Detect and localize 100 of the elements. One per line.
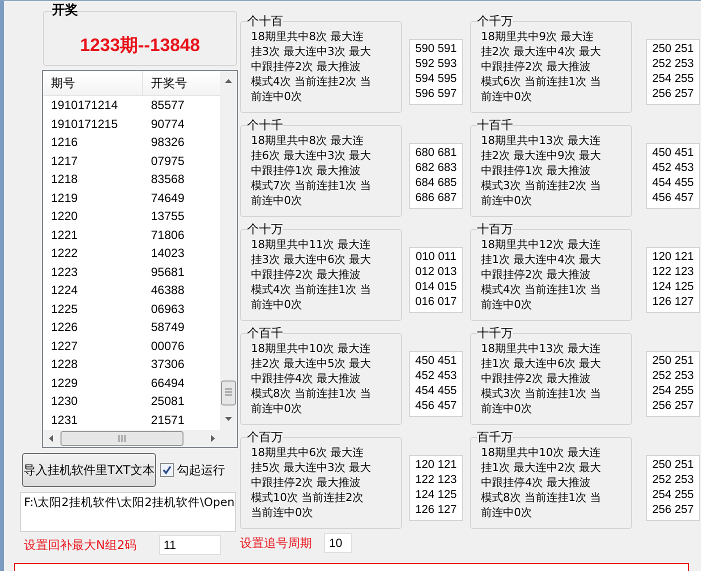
number-pair: 014 015 <box>415 280 457 295</box>
number-pair: 456 457 <box>415 399 457 414</box>
table-cell-text: 25081 <box>150 393 186 410</box>
table-cell-text: 98326 <box>150 134 186 151</box>
number-pair: 010 011 <box>416 250 456 265</box>
table-cell-text: 14023 <box>150 245 186 262</box>
draw-result: 1233期--13848 <box>80 34 200 57</box>
table-cell-text: 1218 <box>50 171 79 188</box>
number-pair: 252 253 <box>652 369 694 384</box>
number-pair: 250 251 <box>652 354 694 369</box>
table-cell-text: 85577 <box>150 97 186 114</box>
checkbox[interactable] <box>160 463 174 477</box>
group-title: 个百千 <box>247 326 283 340</box>
number-pair: 254 255 <box>652 384 694 399</box>
table-cell-text: 1229 <box>50 374 79 392</box>
number-pair: 452 453 <box>415 369 457 384</box>
number-pair: 126 127 <box>415 503 457 518</box>
number-pair: 124 125 <box>415 488 457 503</box>
number-pair: 684 685 <box>415 176 457 191</box>
number-pair: 450 451 <box>652 146 694 161</box>
field-label: 设置回补最大N组2码 <box>24 536 137 554</box>
table-cell-text: 06963 <box>150 300 186 318</box>
table-cell-text: 07975 <box>150 152 186 170</box>
horizontal-scrollbar[interactable] <box>43 430 237 447</box>
group-title: 个十万 <box>247 222 283 236</box>
import-button[interactable]: 导入挂机软件里TXT文本 <box>22 453 156 487</box>
group-title: 个十百 <box>247 14 283 28</box>
stats-text: 18期里共中9次 最大连 挂2次 最大连中4次 最大 中跟挂停2次 最大推波 模式6次 当前连挂1次 当 前连中0次 <box>481 29 601 104</box>
table-cell-text: 13755 <box>150 208 186 225</box>
table-cell-text: 1221 <box>50 226 79 244</box>
stats-text: 18期里共中10次 最大连 挂2次 最大连中5次 最大 中跟挂停4次 最大推波 模式8次 当前连挂1次 当 前连中0次 <box>251 341 371 416</box>
table-cell-text: 1224 <box>50 282 79 299</box>
stats-text: 18期里共中11次 最大连 挂3次 最大连中6次 最大 中跟挂停2次 最大推波 模式4次 当前连挂1次 当 前连中0次 <box>251 237 371 312</box>
number-pair: 124 125 <box>652 280 694 295</box>
number-pair: 256 257 <box>652 87 694 102</box>
number-pair: 450 451 <box>415 354 457 369</box>
vertical-scrollbar[interactable] <box>220 71 237 430</box>
number-pair: 686 687 <box>415 191 457 206</box>
table-cell-text: 1217 <box>50 152 79 170</box>
number-pair: 120 121 <box>652 250 694 265</box>
table-cell-text: 90774 <box>150 116 186 132</box>
table-cell-text: 1910171215 <box>50 116 119 132</box>
table-cell-text: 1223 <box>50 264 79 280</box>
stats-text: 18期里共中8次 最大连 挂3次 最大连中3次 最大 中跟挂停2次 最大推波 模式4次 当前连挂2次 当 前连中0次 <box>251 29 371 104</box>
table-cell-text: 46388 <box>150 282 186 299</box>
number-pair: 254 255 <box>652 488 694 503</box>
checkbox-label: 勾起运行 <box>177 462 225 478</box>
table-cell-text: 83568 <box>150 171 186 188</box>
input-field[interactable]: 11 <box>158 535 221 555</box>
table-cell-text: 37306 <box>150 356 186 373</box>
table-cell-text: 71806 <box>150 226 186 244</box>
number-pair: 256 257 <box>652 399 694 414</box>
number-pair: 454 455 <box>415 384 457 399</box>
table-cell-text: 00076 <box>150 338 186 354</box>
group-title: 个百万 <box>247 430 283 444</box>
table-cell-text: 21571 <box>150 412 186 428</box>
table-cell-text: 1226 <box>50 319 79 336</box>
table-cell-text: 1231 <box>50 412 79 428</box>
number-pair: 250 251 <box>652 42 694 57</box>
stats-text: 18期里共中13次 最大连 挂2次 最大连中9次 最大 中跟挂停1次 最大推波 模式3次 当前连挂2次 当 前连中0次 <box>481 133 601 208</box>
column-header[interactable]: 期号 <box>43 71 143 95</box>
number-pair: 454 455 <box>652 176 694 191</box>
number-pair: 122 123 <box>415 473 457 488</box>
stats-text: 18期里共中12次 最大连 挂1次 最大连中4次 最大 中跟挂停2次 最大推波 模式4次 当前连挂1次 当 前连中0次 <box>481 237 601 312</box>
group-title: 十千万 <box>477 326 513 340</box>
input-field[interactable]: 10 <box>324 533 352 553</box>
table-cell-text: 58749 <box>150 319 186 336</box>
table-cell-text: 1227 <box>50 338 79 354</box>
number-pair: 452 453 <box>652 161 694 176</box>
number-pair: 682 683 <box>415 161 457 176</box>
table-cell-text: 1222 <box>50 245 79 262</box>
group-title: 个十千 <box>247 118 283 132</box>
number-pair: 680 681 <box>415 146 457 161</box>
number-pair: 254 255 <box>652 72 694 87</box>
number-pair: 126 127 <box>652 295 694 310</box>
stats-text: 18期里共中8次 最大连 挂6次 最大连中3次 最大 中跟挂停1次 最大推波 模式7次 当前连挂1次 当 前连中0次 <box>251 133 371 208</box>
number-pair: 592 593 <box>415 57 457 72</box>
history-list[interactable] <box>42 70 238 448</box>
table-cell-text: 1228 <box>50 356 79 373</box>
group-title: 开奖 <box>52 4 78 18</box>
table-cell-text: 1219 <box>50 190 79 206</box>
table-cell-text: 1216 <box>50 134 79 151</box>
stats-text: 18期里共中13次 最大连 挂1次 最大连中6次 最大 中跟挂停2次 最大推波 模式3次 当前连挂1次 当 前连中0次 <box>481 341 601 416</box>
table-cell-text: 74649 <box>150 190 186 206</box>
number-pair: 594 595 <box>415 72 457 87</box>
number-pair: 252 253 <box>652 473 694 488</box>
number-pair: 250 251 <box>652 458 694 473</box>
group-title: 百千万 <box>477 430 513 444</box>
number-pair: 016 017 <box>415 295 457 310</box>
stats-text: 18期里共中6次 最大连 挂5次 最大连中3次 最大 中跟挂停2次 最大推波 模式10次 当前连挂2次 当前连中0次 <box>251 445 371 520</box>
table-cell-text: 1910171214 <box>50 97 119 114</box>
number-pair: 456 457 <box>652 191 694 206</box>
path-field[interactable]: F:\太阳2挂机软件\太阳2挂机软件\Open <box>20 492 236 532</box>
group-title: 十百千 <box>477 118 513 132</box>
number-pair: 252 253 <box>652 57 694 72</box>
number-pair: 122 123 <box>652 265 694 280</box>
group-title: 十百万 <box>477 222 513 236</box>
number-pair: 012 013 <box>415 265 457 280</box>
table-cell-text: 66494 <box>150 374 186 392</box>
number-pair: 596 597 <box>415 87 457 102</box>
